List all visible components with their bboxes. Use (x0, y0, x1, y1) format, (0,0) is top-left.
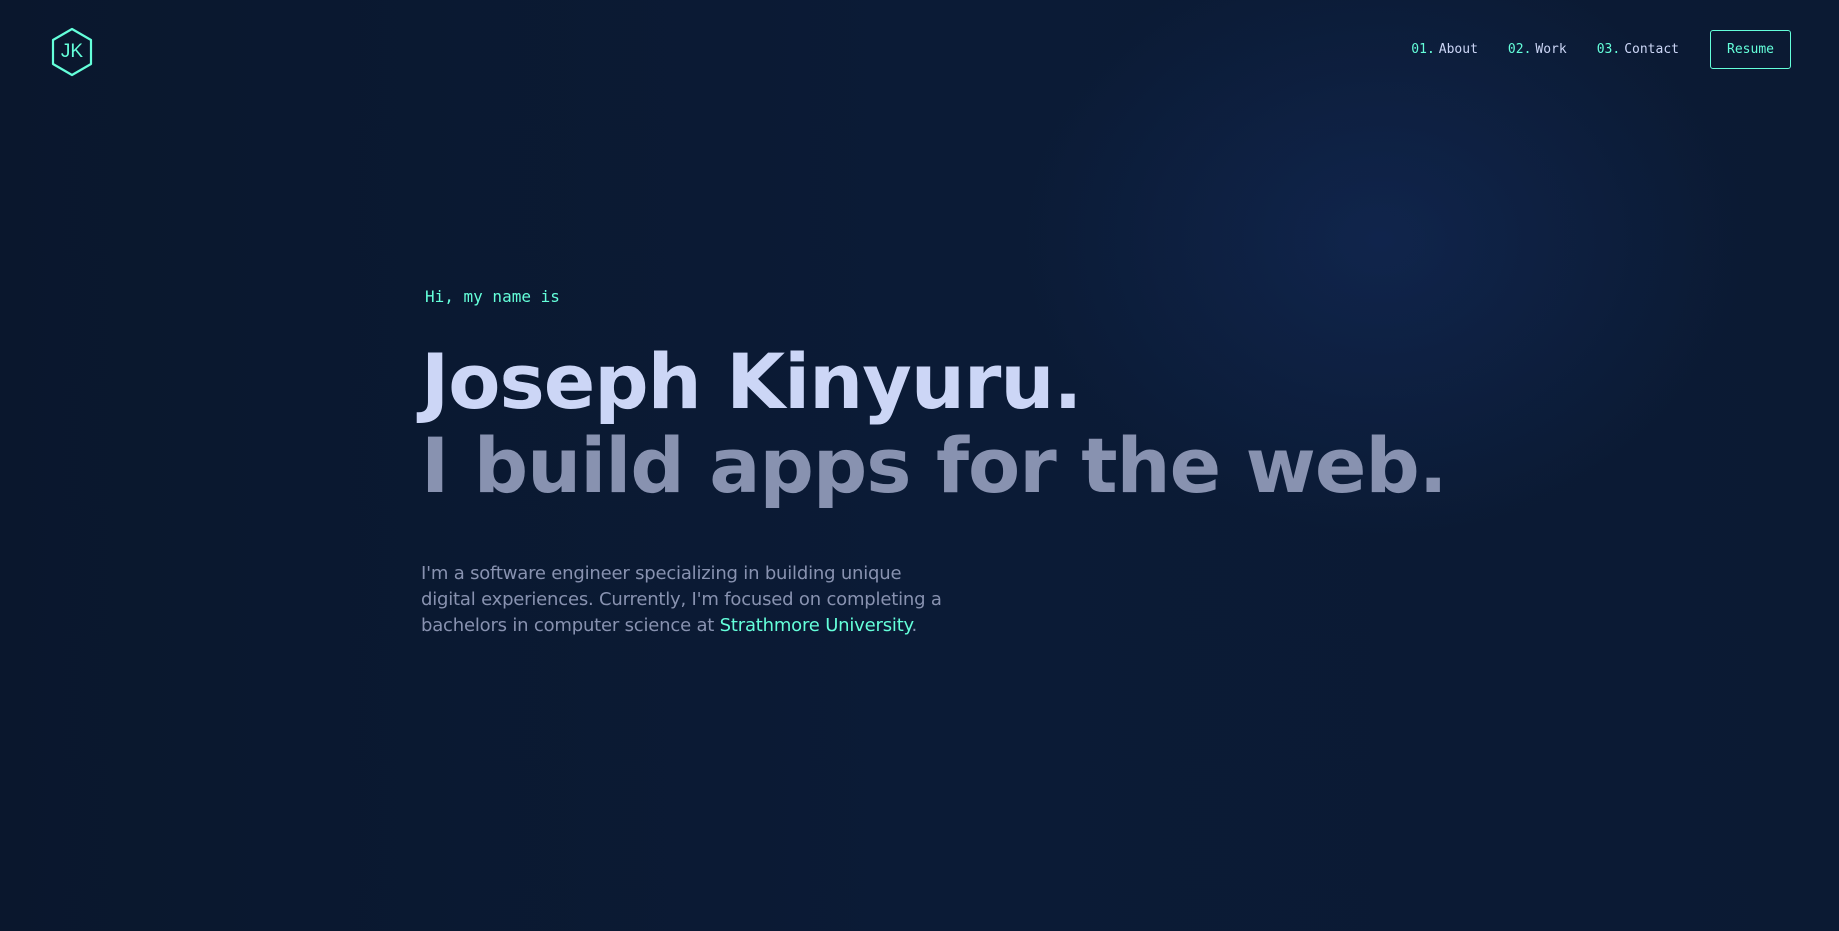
university-link[interactable]: Strathmore University (720, 615, 912, 636)
intro-line: I'm a software engineer specializing in … (421, 563, 902, 584)
intro-line: digital experiences. Currently, I'm focu… (421, 589, 942, 610)
intro-line-with-link: bachelors in computer science at Strathm… (421, 613, 981, 639)
nav-item-contact[interactable]: 03. Contact (1597, 42, 1679, 57)
hero-intro: I'm a software engineer specializing in … (421, 561, 981, 639)
nav-label: About (1438, 42, 1478, 57)
main-nav: 01. About 02. Work 03. Contact Resume (1411, 30, 1791, 69)
logo[interactable]: JK (50, 27, 94, 77)
hero-greeting: Hi, my name is (425, 287, 560, 306)
intro-text: bachelors in computer science at (421, 615, 720, 636)
nav-number: 01. (1411, 42, 1435, 57)
nav-label: Work (1535, 42, 1567, 57)
nav-item-about[interactable]: 01. About (1411, 42, 1478, 57)
nav-number: 03. (1596, 42, 1621, 57)
hero-tagline: I build apps for the web. (421, 421, 1448, 510)
nav-number: 02. (1507, 42, 1532, 57)
nav-label: Contact (1624, 42, 1679, 57)
hero-name: Joseph Kinyuru. (421, 337, 1082, 426)
logo-initials: JK (60, 41, 84, 62)
nav-item-work[interactable]: 02. Work (1508, 42, 1567, 57)
resume-button[interactable]: Resume (1710, 30, 1791, 69)
intro-text: . (911, 615, 917, 636)
